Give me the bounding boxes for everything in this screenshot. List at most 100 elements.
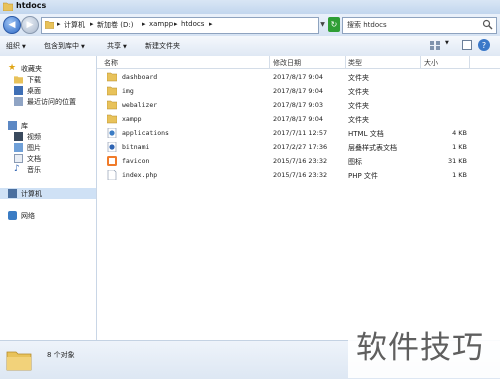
ico-file-icon <box>107 156 117 166</box>
chevron-down-icon: ▼ <box>123 44 127 50</box>
address-dropdown-button[interactable]: ▼ <box>318 17 327 32</box>
nav-documents-label: 文档 <box>27 154 41 163</box>
file-name: bitnami <box>122 143 150 151</box>
nav-downloads-label: 下载 <box>27 75 41 84</box>
css-file-icon <box>107 142 117 152</box>
file-name: applications <box>122 129 169 137</box>
chevron-down-icon: ▼ <box>22 44 26 50</box>
breadcrumb-separator: ▸ <box>142 20 146 28</box>
file-type: 文件夹 <box>348 102 369 110</box>
php-file-icon <box>107 170 117 180</box>
nav-favorites[interactable]: ★ 收藏夹 <box>8 63 42 74</box>
file-type: HTML 文档 <box>348 130 384 138</box>
folder-icon <box>107 86 117 96</box>
column-divider[interactable] <box>345 56 346 68</box>
nav-desktop-label: 桌面 <box>27 86 41 95</box>
title-bar: htdocs <box>0 0 500 14</box>
nav-computer[interactable]: 计算机 <box>0 188 96 199</box>
search-input[interactable]: 搜索 htdocs <box>342 17 497 34</box>
view-dropdown-button[interactable]: ▼ <box>445 40 449 46</box>
nav-network[interactable]: 网络 <box>8 210 35 221</box>
folder-icon <box>107 114 117 124</box>
nav-documents[interactable]: 文档 <box>14 153 41 164</box>
table-row[interactable]: index.php 2015/7/16 23:32 PHP 文件 1 KB <box>97 169 500 182</box>
breadcrumb-xampp[interactable]: xampp <box>149 20 173 28</box>
file-modified-date: 2017/8/17 9:04 <box>273 73 323 81</box>
share-menu[interactable]: 共享 ▼ <box>107 41 127 51</box>
back-button[interactable]: ◀ <box>3 16 21 34</box>
video-icon <box>14 132 23 141</box>
file-type: 文件夹 <box>348 116 369 124</box>
share-label: 共享 <box>107 42 121 50</box>
watermark: 软件技巧 <box>348 315 500 378</box>
help-button[interactable]: ? <box>478 39 490 51</box>
downloads-folder-icon <box>14 76 23 84</box>
breadcrumb-separator: ▸ <box>174 20 178 28</box>
nav-libraries[interactable]: 库 <box>8 120 28 131</box>
new-folder-button[interactable]: 新建文件夹 <box>145 41 180 51</box>
folder-icon <box>45 21 54 29</box>
help-icon: ? <box>481 40 487 50</box>
file-size: 1 KB <box>452 171 467 179</box>
table-row[interactable]: bitnami 2017/2/27 17:36 层叠样式表文档 1 KB <box>97 141 500 154</box>
file-name: img <box>122 87 134 95</box>
nav-downloads[interactable]: 下载 <box>14 74 41 85</box>
file-modified-date: 2017/8/17 9:04 <box>273 87 323 95</box>
file-type: 层叠样式表文档 <box>348 144 397 152</box>
organize-menu[interactable]: 组织 ▼ <box>6 41 26 51</box>
file-size: 31 KB <box>447 157 467 165</box>
nav-pictures[interactable]: 图片 <box>14 142 41 153</box>
nav-recent[interactable]: 最近访问的位置 <box>14 96 76 107</box>
column-headers: 名称 修改日期 类型 大小 <box>97 56 500 69</box>
column-header-type[interactable]: 类型 <box>348 58 362 68</box>
nav-computer-label: 计算机 <box>21 189 42 198</box>
file-name: webalizer <box>122 101 158 109</box>
include-library-label: 包含到库中 <box>44 42 79 50</box>
nav-videos-label: 视频 <box>27 132 41 141</box>
column-header-name[interactable]: 名称 <box>104 58 118 68</box>
address-row: ◀ ▶ ▸ 计算机 ▸ 新加卷 (D:) ▸ xampp ▸ htdocs ▸ … <box>0 14 500 36</box>
item-count: 8 个对象 <box>47 351 75 359</box>
table-row[interactable]: favicon 2015/7/16 23:32 图标 31 KB <box>97 155 500 168</box>
network-icon <box>8 211 17 220</box>
breadcrumb-drive[interactable]: 新加卷 (D:) <box>97 20 133 30</box>
folder-icon <box>107 72 117 82</box>
file-modified-date: 2017/2/27 17:36 <box>273 143 328 151</box>
nav-music-label: 音乐 <box>27 165 41 174</box>
table-row[interactable]: applications 2017/7/11 12:57 HTML 文档 4 KB <box>97 127 500 140</box>
file-modified-date: 2017/8/17 9:04 <box>273 115 323 123</box>
nav-music[interactable]: ♪ 音乐 <box>14 164 41 175</box>
column-divider[interactable] <box>420 56 421 68</box>
window-title: htdocs <box>16 1 47 10</box>
library-icon <box>8 121 17 130</box>
breadcrumb-separator: ▸ <box>209 20 213 28</box>
forward-button[interactable]: ▶ <box>21 16 39 34</box>
table-row[interactable]: xampp 2017/8/17 9:04 文件夹 <box>97 113 500 126</box>
back-arrow-icon: ◀ <box>8 20 16 30</box>
include-library-menu[interactable]: 包含到库中 ▼ <box>44 41 85 51</box>
nav-videos[interactable]: 视频 <box>14 131 41 142</box>
file-modified-date: 2017/8/17 9:03 <box>273 101 323 109</box>
table-row[interactable]: dashboard 2017/8/17 9:04 文件夹 <box>97 71 500 84</box>
file-size: 4 KB <box>452 129 467 137</box>
nav-libraries-label: 库 <box>21 121 28 130</box>
table-row[interactable]: webalizer 2017/8/17 9:03 文件夹 <box>97 99 500 112</box>
column-header-size[interactable]: 大小 <box>424 58 438 68</box>
breadcrumb-separator: ▸ <box>90 20 94 28</box>
file-name: index.php <box>122 171 158 179</box>
organize-label: 组织 <box>6 42 20 50</box>
nav-favorites-label: 收藏夹 <box>21 64 42 73</box>
refresh-button[interactable]: ↻ <box>328 17 340 32</box>
breadcrumb-computer[interactable]: 计算机 <box>64 20 85 30</box>
breadcrumb-htdocs[interactable]: htdocs <box>181 20 204 28</box>
column-divider[interactable] <box>269 56 270 68</box>
table-row[interactable]: img 2017/8/17 9:04 文件夹 <box>97 85 500 98</box>
nav-desktop[interactable]: 桌面 <box>14 85 41 96</box>
view-options-icon[interactable] <box>430 41 440 50</box>
preview-pane-button[interactable] <box>462 40 472 50</box>
column-divider[interactable] <box>469 56 470 68</box>
column-header-date[interactable]: 修改日期 <box>273 58 301 68</box>
folder-icon <box>107 100 117 110</box>
address-bar[interactable]: ▸ 计算机 ▸ 新加卷 (D:) ▸ xampp ▸ htdocs ▸ <box>41 17 319 34</box>
nav-pictures-label: 图片 <box>27 143 41 152</box>
